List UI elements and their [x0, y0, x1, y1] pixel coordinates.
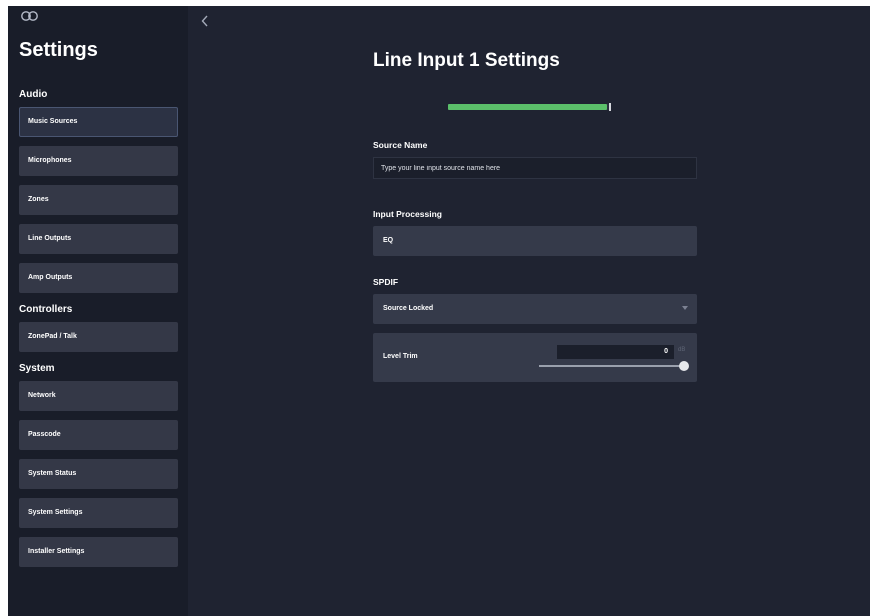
- group-label-controllers: Controllers: [19, 304, 73, 315]
- level-trim-unit: dB: [678, 347, 686, 353]
- cq-logo-icon: [20, 10, 40, 22]
- sidebar-item-line-outputs[interactable]: Line Outputs: [19, 224, 178, 254]
- sidebar-title: Settings: [19, 39, 98, 61]
- signal-meter: [448, 104, 610, 110]
- spdif-select[interactable]: Source Locked: [373, 294, 697, 324]
- chevron-left-icon[interactable]: [201, 14, 209, 30]
- group-label-system: System: [19, 363, 55, 374]
- sidebar: Settings Audio Music Sources Microphones…: [8, 6, 188, 616]
- app-window: Settings Audio Music Sources Microphones…: [8, 6, 870, 616]
- sidebar-item-music-sources[interactable]: Music Sources: [19, 107, 178, 137]
- eq-button-label: EQ: [383, 237, 394, 244]
- level-trim-label: Level Trim: [383, 353, 418, 360]
- source-name-label: Source Name: [373, 140, 428, 150]
- spdif-selected-value: Source Locked: [383, 305, 434, 312]
- sidebar-item-installer-settings[interactable]: Installer Settings: [19, 537, 178, 567]
- sidebar-item-network[interactable]: Network: [19, 381, 178, 411]
- sidebar-item-amp-outputs[interactable]: Amp Outputs: [19, 263, 178, 293]
- sidebar-item-system-settings[interactable]: System Settings: [19, 498, 178, 528]
- sidebar-item-microphones[interactable]: Microphones: [19, 146, 178, 176]
- signal-meter-peak-marker: [609, 103, 611, 111]
- sidebar-item-zonepad-talk[interactable]: ZonePad / Talk: [19, 322, 178, 352]
- level-trim-value: 0: [664, 348, 668, 355]
- eq-button[interactable]: EQ: [373, 226, 697, 256]
- sidebar-item-system-status[interactable]: System Status: [19, 459, 178, 489]
- level-trim-value-field[interactable]: 0: [557, 345, 674, 359]
- input-processing-label: Input Processing: [373, 209, 442, 219]
- source-name-input[interactable]: [373, 157, 697, 179]
- caret-down-icon: [682, 306, 688, 310]
- group-label-audio: Audio: [19, 89, 48, 100]
- sidebar-item-passcode[interactable]: Passcode: [19, 420, 178, 450]
- signal-meter-fill: [448, 104, 607, 110]
- level-trim-slider-track[interactable]: [539, 365, 684, 367]
- level-trim-slider-thumb[interactable]: [679, 361, 689, 371]
- sidebar-item-zones[interactable]: Zones: [19, 185, 178, 215]
- spdif-label: SPDIF: [373, 277, 399, 287]
- page-title: Line Input 1 Settings: [373, 50, 560, 71]
